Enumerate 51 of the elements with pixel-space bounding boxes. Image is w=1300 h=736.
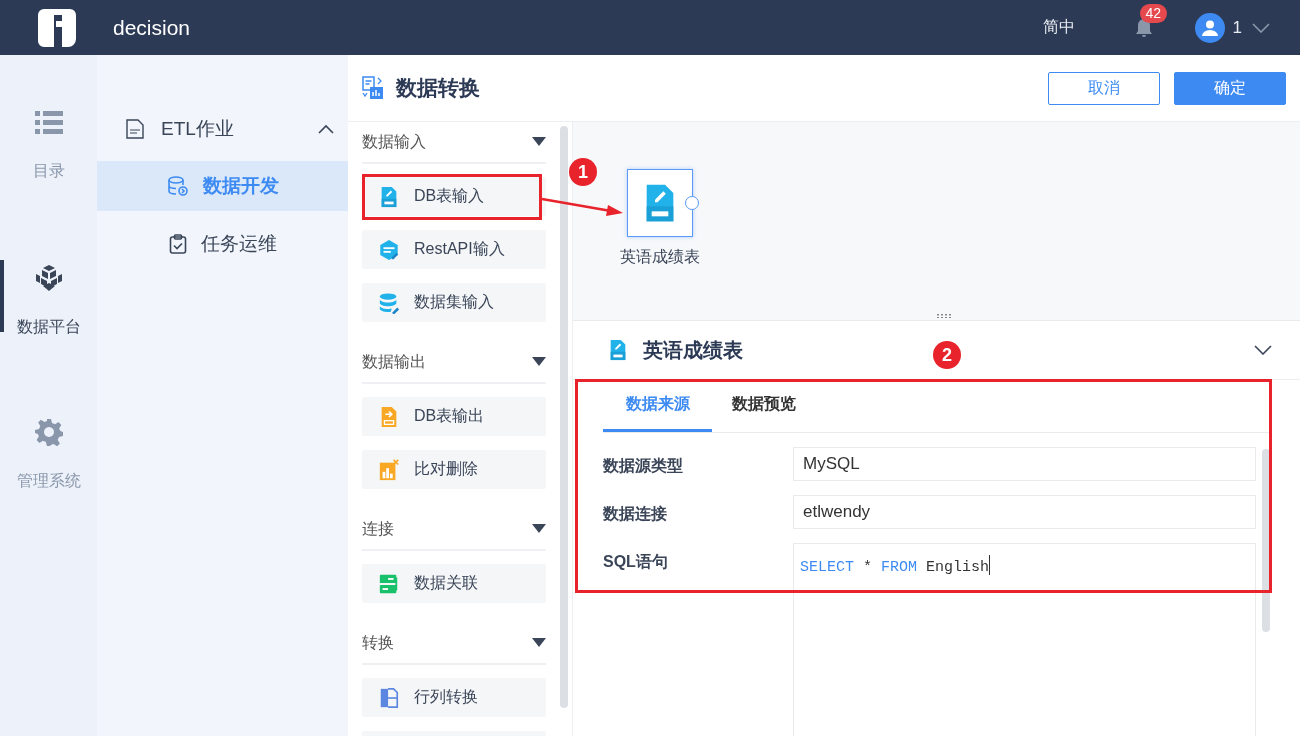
- app-name: decision: [113, 15, 191, 40]
- person-icon: [1201, 19, 1218, 36]
- input-field[interactable]: etlwendy: [793, 495, 1256, 529]
- document-icon: [125, 119, 145, 139]
- chart-delete-icon: [378, 458, 400, 481]
- panel-title: 英语成绩表: [643, 337, 743, 363]
- node-label: 英语成绩表: [620, 247, 700, 267]
- tab[interactable]: 数据预览: [712, 380, 816, 432]
- menu-group[interactable]: ETL作业: [97, 101, 348, 157]
- scrollbar[interactable]: [560, 126, 568, 708]
- row-column-icon: [378, 686, 400, 709]
- drag-handle-icon: [936, 314, 953, 318]
- menu-item[interactable]: 任务运维: [97, 215, 348, 273]
- scrollbar[interactable]: [1262, 449, 1270, 632]
- flow-node[interactable]: [627, 169, 693, 237]
- join-tables-icon: [378, 572, 400, 595]
- clipboard-icon: [169, 234, 187, 254]
- database-icon: [167, 176, 189, 196]
- notification-badge: 42: [1139, 3, 1168, 23]
- component-item[interactable]: 行列转换: [362, 678, 546, 717]
- component-item[interactable]: 比对删除: [362, 450, 546, 489]
- component-item[interactable]: DB表输出: [362, 397, 546, 436]
- field-label: 数据源类型: [603, 456, 684, 476]
- transform-icon: [362, 76, 384, 100]
- group-header: 数据输出: [362, 351, 426, 372]
- gear-icon: [34, 418, 63, 446]
- component-item[interactable]: 数据集输入: [362, 283, 546, 322]
- output-port[interactable]: [685, 196, 699, 210]
- component-item[interactable]: 数据关联: [362, 564, 546, 603]
- code-editor[interactable]: SELECT * FROM English: [793, 543, 1256, 736]
- component-item[interactable]: RestAPI输入: [362, 230, 546, 269]
- chevron-up-icon: [318, 124, 334, 134]
- cancel-button[interactable]: 取消: [1048, 71, 1160, 105]
- group-header: 数据输入: [362, 131, 426, 152]
- language-menu[interactable]: 简中: [1042, 17, 1075, 38]
- chevron-down-icon: [1252, 22, 1270, 33]
- logo-icon: [38, 8, 76, 47]
- group-header: 连接: [362, 518, 394, 539]
- page-title: 数据转换: [396, 75, 481, 101]
- input-field[interactable]: MySQL: [793, 447, 1256, 481]
- field-label: SQL语句: [603, 552, 669, 572]
- user-avatar[interactable]: [1194, 12, 1225, 43]
- component-item[interactable]: DB表输入: [362, 177, 546, 216]
- cubes-icon: [34, 264, 63, 292]
- api-badge-icon: [378, 238, 400, 261]
- chevron-down-icon[interactable]: [1254, 345, 1272, 355]
- user-name[interactable]: 1: [1232, 17, 1242, 38]
- list-icon: [34, 110, 63, 136]
- database-stack-icon: [378, 291, 400, 314]
- field-label: 数据连接: [603, 504, 668, 524]
- group-header: 转换: [362, 632, 394, 653]
